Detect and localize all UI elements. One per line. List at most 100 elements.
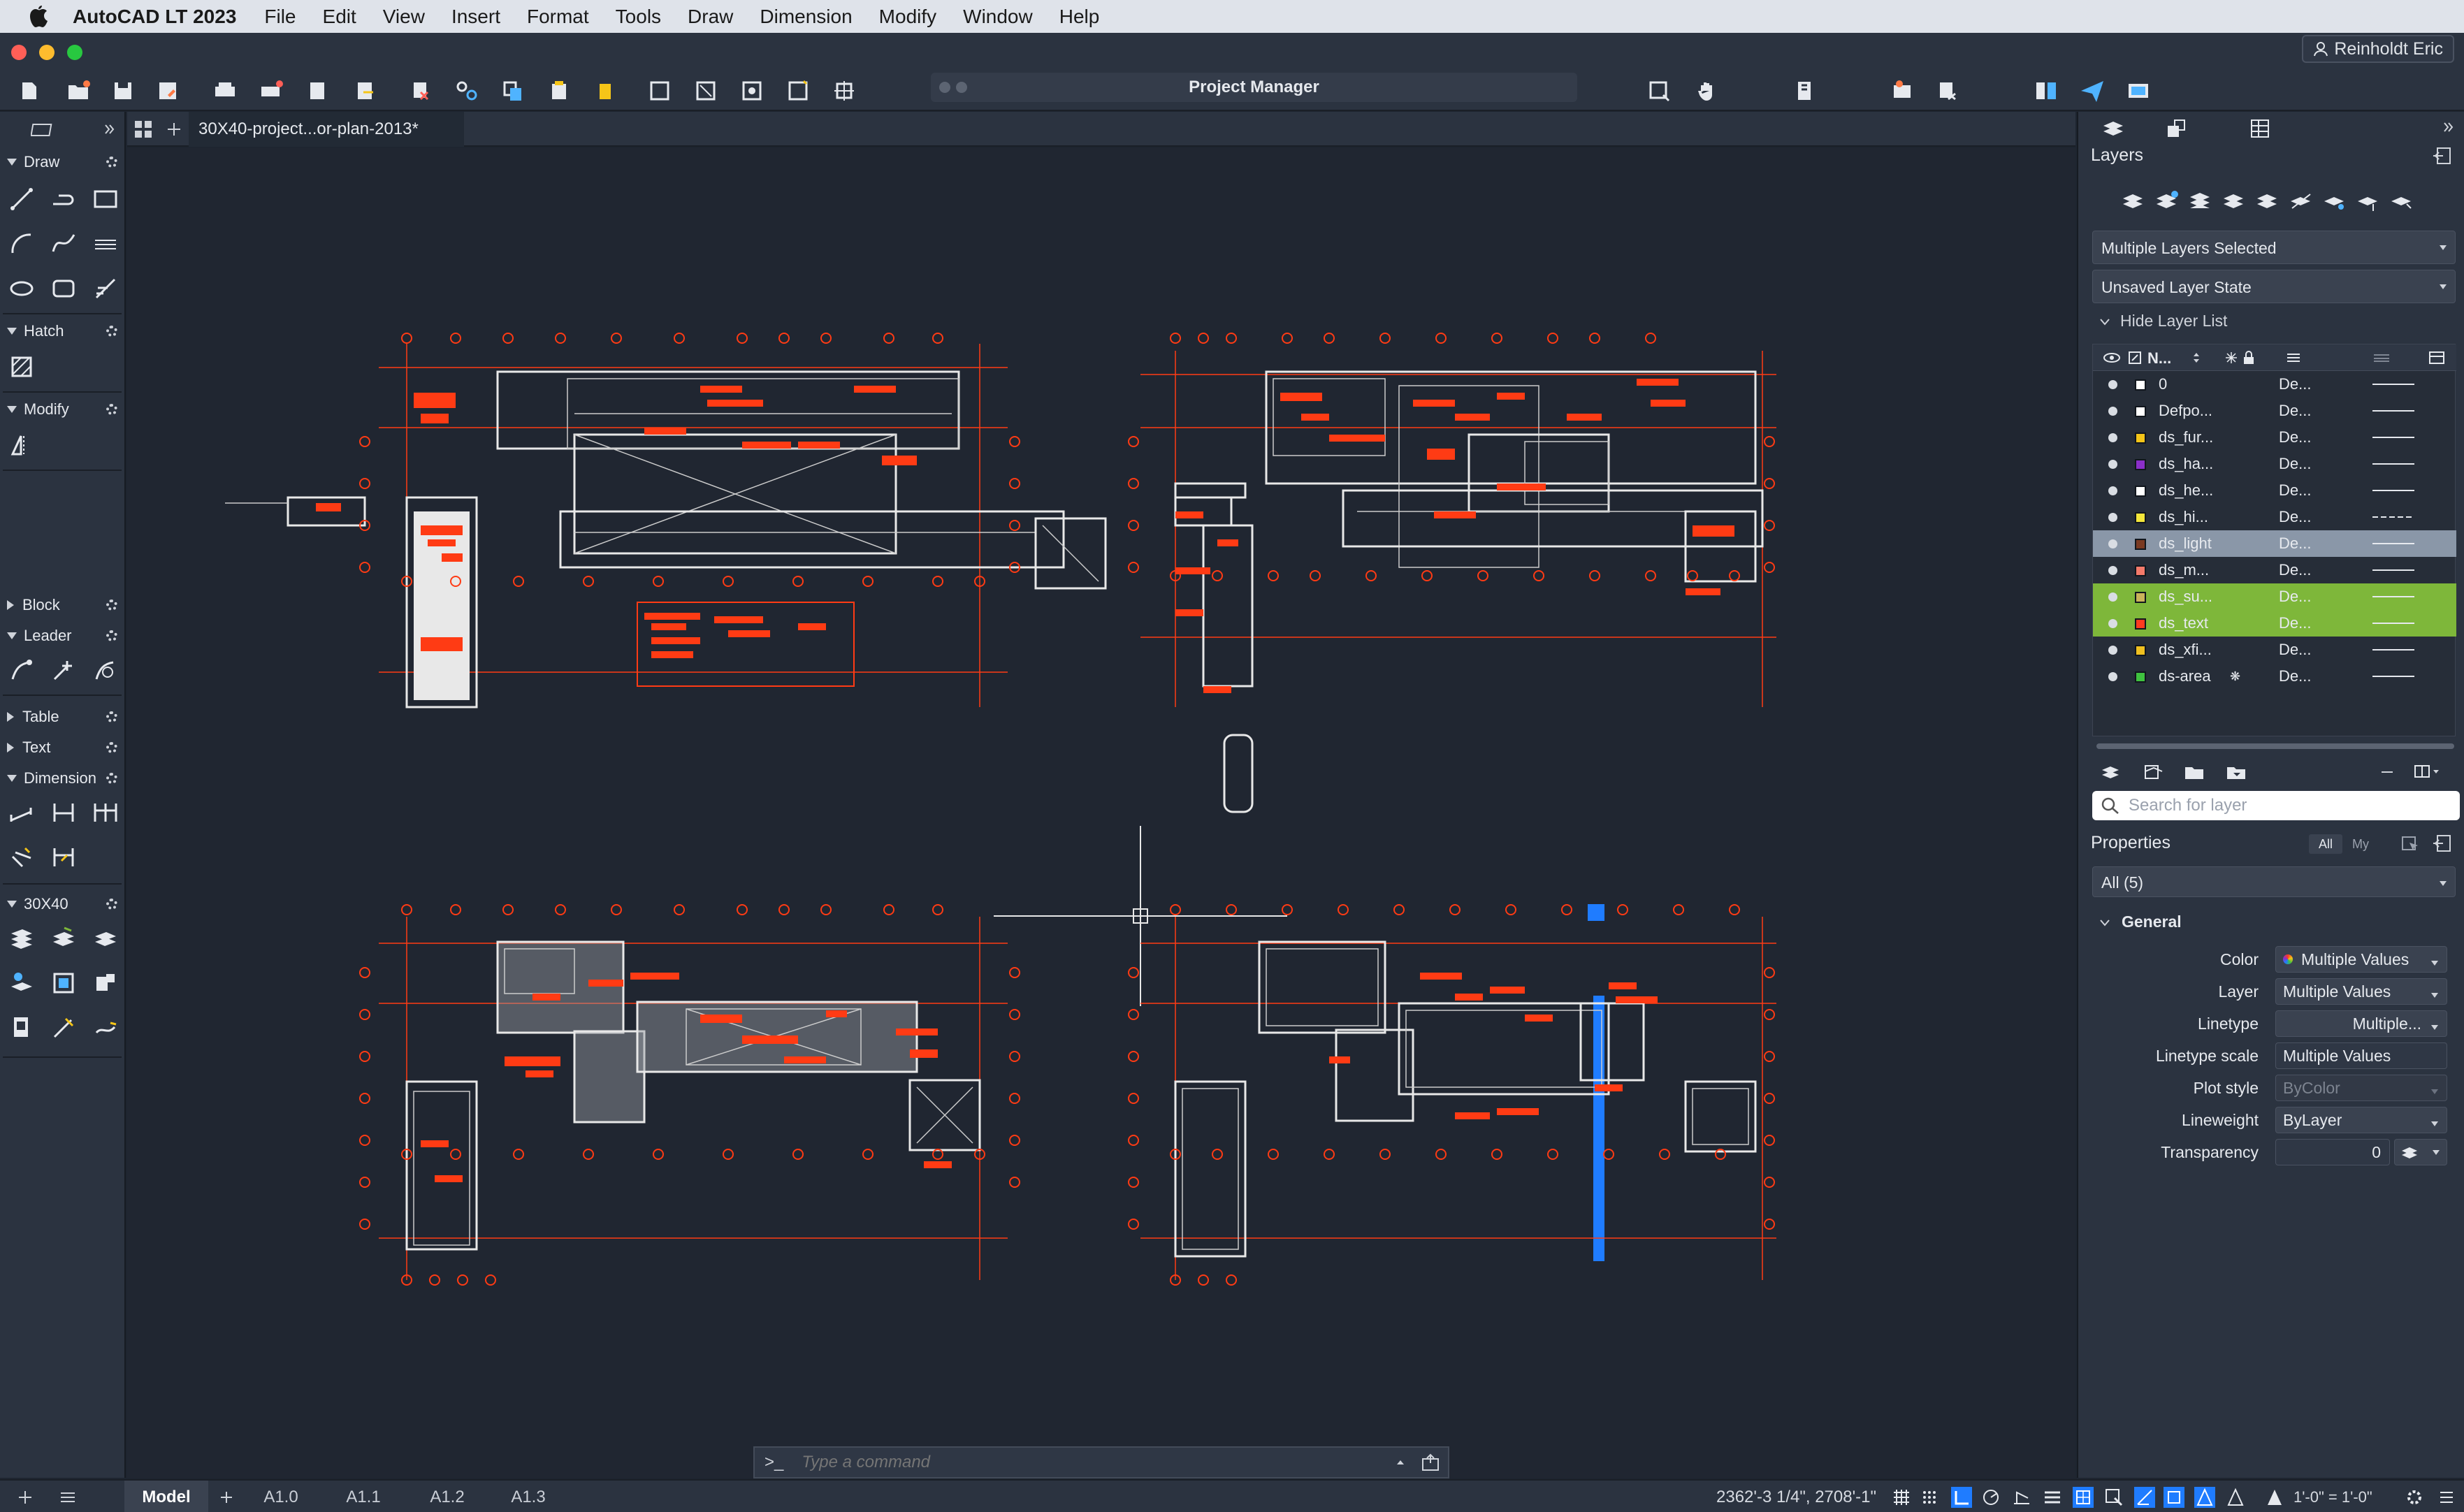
markup-icon[interactable] [1933,75,1964,106]
layout-tab-a1-1[interactable]: A1.1 [328,1481,398,1512]
visibility-dot-icon[interactable] [2108,539,2117,548]
grid-icon[interactable] [1891,1487,1912,1508]
layout-tab-a1-3[interactable]: A1.3 [493,1481,563,1512]
gear-icon[interactable] [106,773,117,784]
customize-icon[interactable] [2436,1487,2457,1508]
gear-icon[interactable] [106,326,117,337]
block-editor-icon[interactable] [46,966,81,1001]
gear-icon[interactable] [106,157,117,168]
lineweight-column-icon[interactable] [2372,351,2391,364]
gear-icon[interactable] [106,711,117,722]
copy-icon[interactable] [498,75,528,106]
menu-modify[interactable]: Modify [879,6,936,28]
menu-format[interactable]: Format [527,6,589,28]
section-table[interactable]: Table [0,703,126,731]
layers-tab-icon[interactable] [2099,116,2127,141]
dock-panel-icon[interactable] [2432,145,2453,166]
new-layer-icon[interactable] [2120,189,2147,214]
selected-object-grips[interactable] [1593,996,1604,1261]
layout-tab-a1-0[interactable]: A1.0 [246,1481,316,1512]
filter-my-button[interactable]: My [2344,834,2377,854]
menu-help[interactable]: Help [1059,6,1100,28]
linetype-column-icon[interactable] [2286,351,2301,364]
layer-row[interactable]: ds-area De... ❋ [2093,663,2456,690]
layer-linetype[interactable]: De... [2279,398,2311,424]
menu-draw[interactable]: Draw [688,6,733,28]
layer-linetype[interactable]: De... [2279,557,2311,583]
export-icon[interactable] [349,75,380,106]
layer-off-icon[interactable] [2389,189,2415,214]
layer-settings-icon[interactable] [2099,762,2122,783]
gear-icon[interactable] [106,742,117,753]
new-layout-icon[interactable] [218,1489,235,1506]
layer-color-swatch[interactable] [2135,432,2146,444]
annotate-icon[interactable] [88,1010,123,1045]
polar-icon[interactable] [1980,1487,2001,1508]
ortho-icon[interactable] [1951,1487,1972,1508]
zoom-window-icon[interactable] [690,75,721,106]
line-icon[interactable] [4,182,39,217]
name-column-header[interactable]: N... [2147,349,2171,368]
layer-list-scrollbar[interactable] [2096,743,2454,749]
layer-color-swatch[interactable] [2135,406,2146,417]
multiline-icon[interactable] [88,226,123,261]
layer-states-icon[interactable] [2187,189,2214,214]
visibility-dot-icon[interactable] [2108,433,2117,442]
section-hatch[interactable]: Hatch [0,317,126,345]
sheet-set-icon[interactable] [1789,75,1820,106]
layer-isolate-icon[interactable] [88,921,123,956]
chevron-up-icon[interactable] [1395,1457,1406,1468]
layer-row[interactable]: ds_he... De... [2093,477,2456,504]
blocks-tab-icon[interactable] [2162,116,2190,141]
annotation-scale[interactable]: 1'-0" = 1'-0" [2293,1481,2372,1512]
zoom-window-button[interactable] [67,45,82,60]
layer-linetype[interactable]: De... [2279,583,2311,610]
visibility-dot-icon[interactable] [2108,646,2117,655]
view-options-icon[interactable] [2414,763,2442,780]
layer-row[interactable]: Defpo... De... [2093,398,2456,424]
cursor-coordinates[interactable]: 2362'-3 1/4", 2708'-1" [1716,1481,1876,1512]
remove-leader-icon[interactable] [88,653,123,688]
layer-linetype[interactable]: De... [2279,371,2311,398]
layer-search-input[interactable]: Search for layer [2092,791,2460,820]
new-drawing-icon[interactable] [14,75,45,106]
design-center-icon[interactable] [1887,75,1918,106]
section-leader[interactable]: Leader [0,622,126,650]
ellipse-icon[interactable] [4,271,39,306]
add-leader-icon[interactable] [46,653,81,688]
layer-row[interactable]: ds_text De... [2093,610,2456,637]
properties-tab-icon[interactable] [2246,116,2274,141]
layer-dropdown[interactable]: Multiple Layers Selected [2092,231,2456,264]
snap-icon[interactable] [1919,1487,1940,1508]
annotation-scale-icon[interactable] [2264,1487,2285,1508]
project-manager-bar[interactable]: Project Manager [931,73,1577,102]
layer-row[interactable]: ds_xfi... De... [2093,637,2456,663]
rectangle-icon[interactable] [88,182,123,217]
section-text[interactable]: Text [0,734,126,762]
layout-tab-a1-2[interactable]: A1.2 [412,1481,482,1512]
menu-edit[interactable]: Edit [323,6,356,28]
layer-linetype[interactable]: De... [2279,663,2311,690]
collapse-right-icon[interactable] [2442,120,2456,134]
selection-dropdown[interactable]: All (5) [2092,866,2456,897]
visibility-dot-icon[interactable] [2108,593,2117,602]
cut-icon[interactable] [405,75,436,106]
layer-row[interactable]: ds_fur... De... [2093,424,2456,451]
minus-icon[interactable] [2380,767,2394,777]
layer-properties-icon[interactable] [4,921,39,956]
continue-dimension-icon[interactable] [88,795,123,830]
revcloud-icon[interactable] [46,271,81,306]
visibility-dot-icon[interactable] [2108,619,2117,628]
auto-scale-icon[interactable] [2225,1487,2246,1508]
layer-previous-icon[interactable] [2254,189,2281,214]
share-icon[interactable] [2077,75,2108,106]
menu-file[interactable]: File [264,6,296,28]
gear-icon[interactable] [106,404,117,415]
command-line[interactable]: >_ [753,1446,1449,1478]
menu-tools[interactable]: Tools [616,6,661,28]
aligned-dimension-icon[interactable] [4,795,39,830]
filter-all-button[interactable]: All [2309,834,2342,854]
layer-row[interactable]: ds_light De... [2093,530,2456,557]
selection-grip[interactable] [1588,904,1604,921]
zoom-previous-icon[interactable] [737,75,767,106]
